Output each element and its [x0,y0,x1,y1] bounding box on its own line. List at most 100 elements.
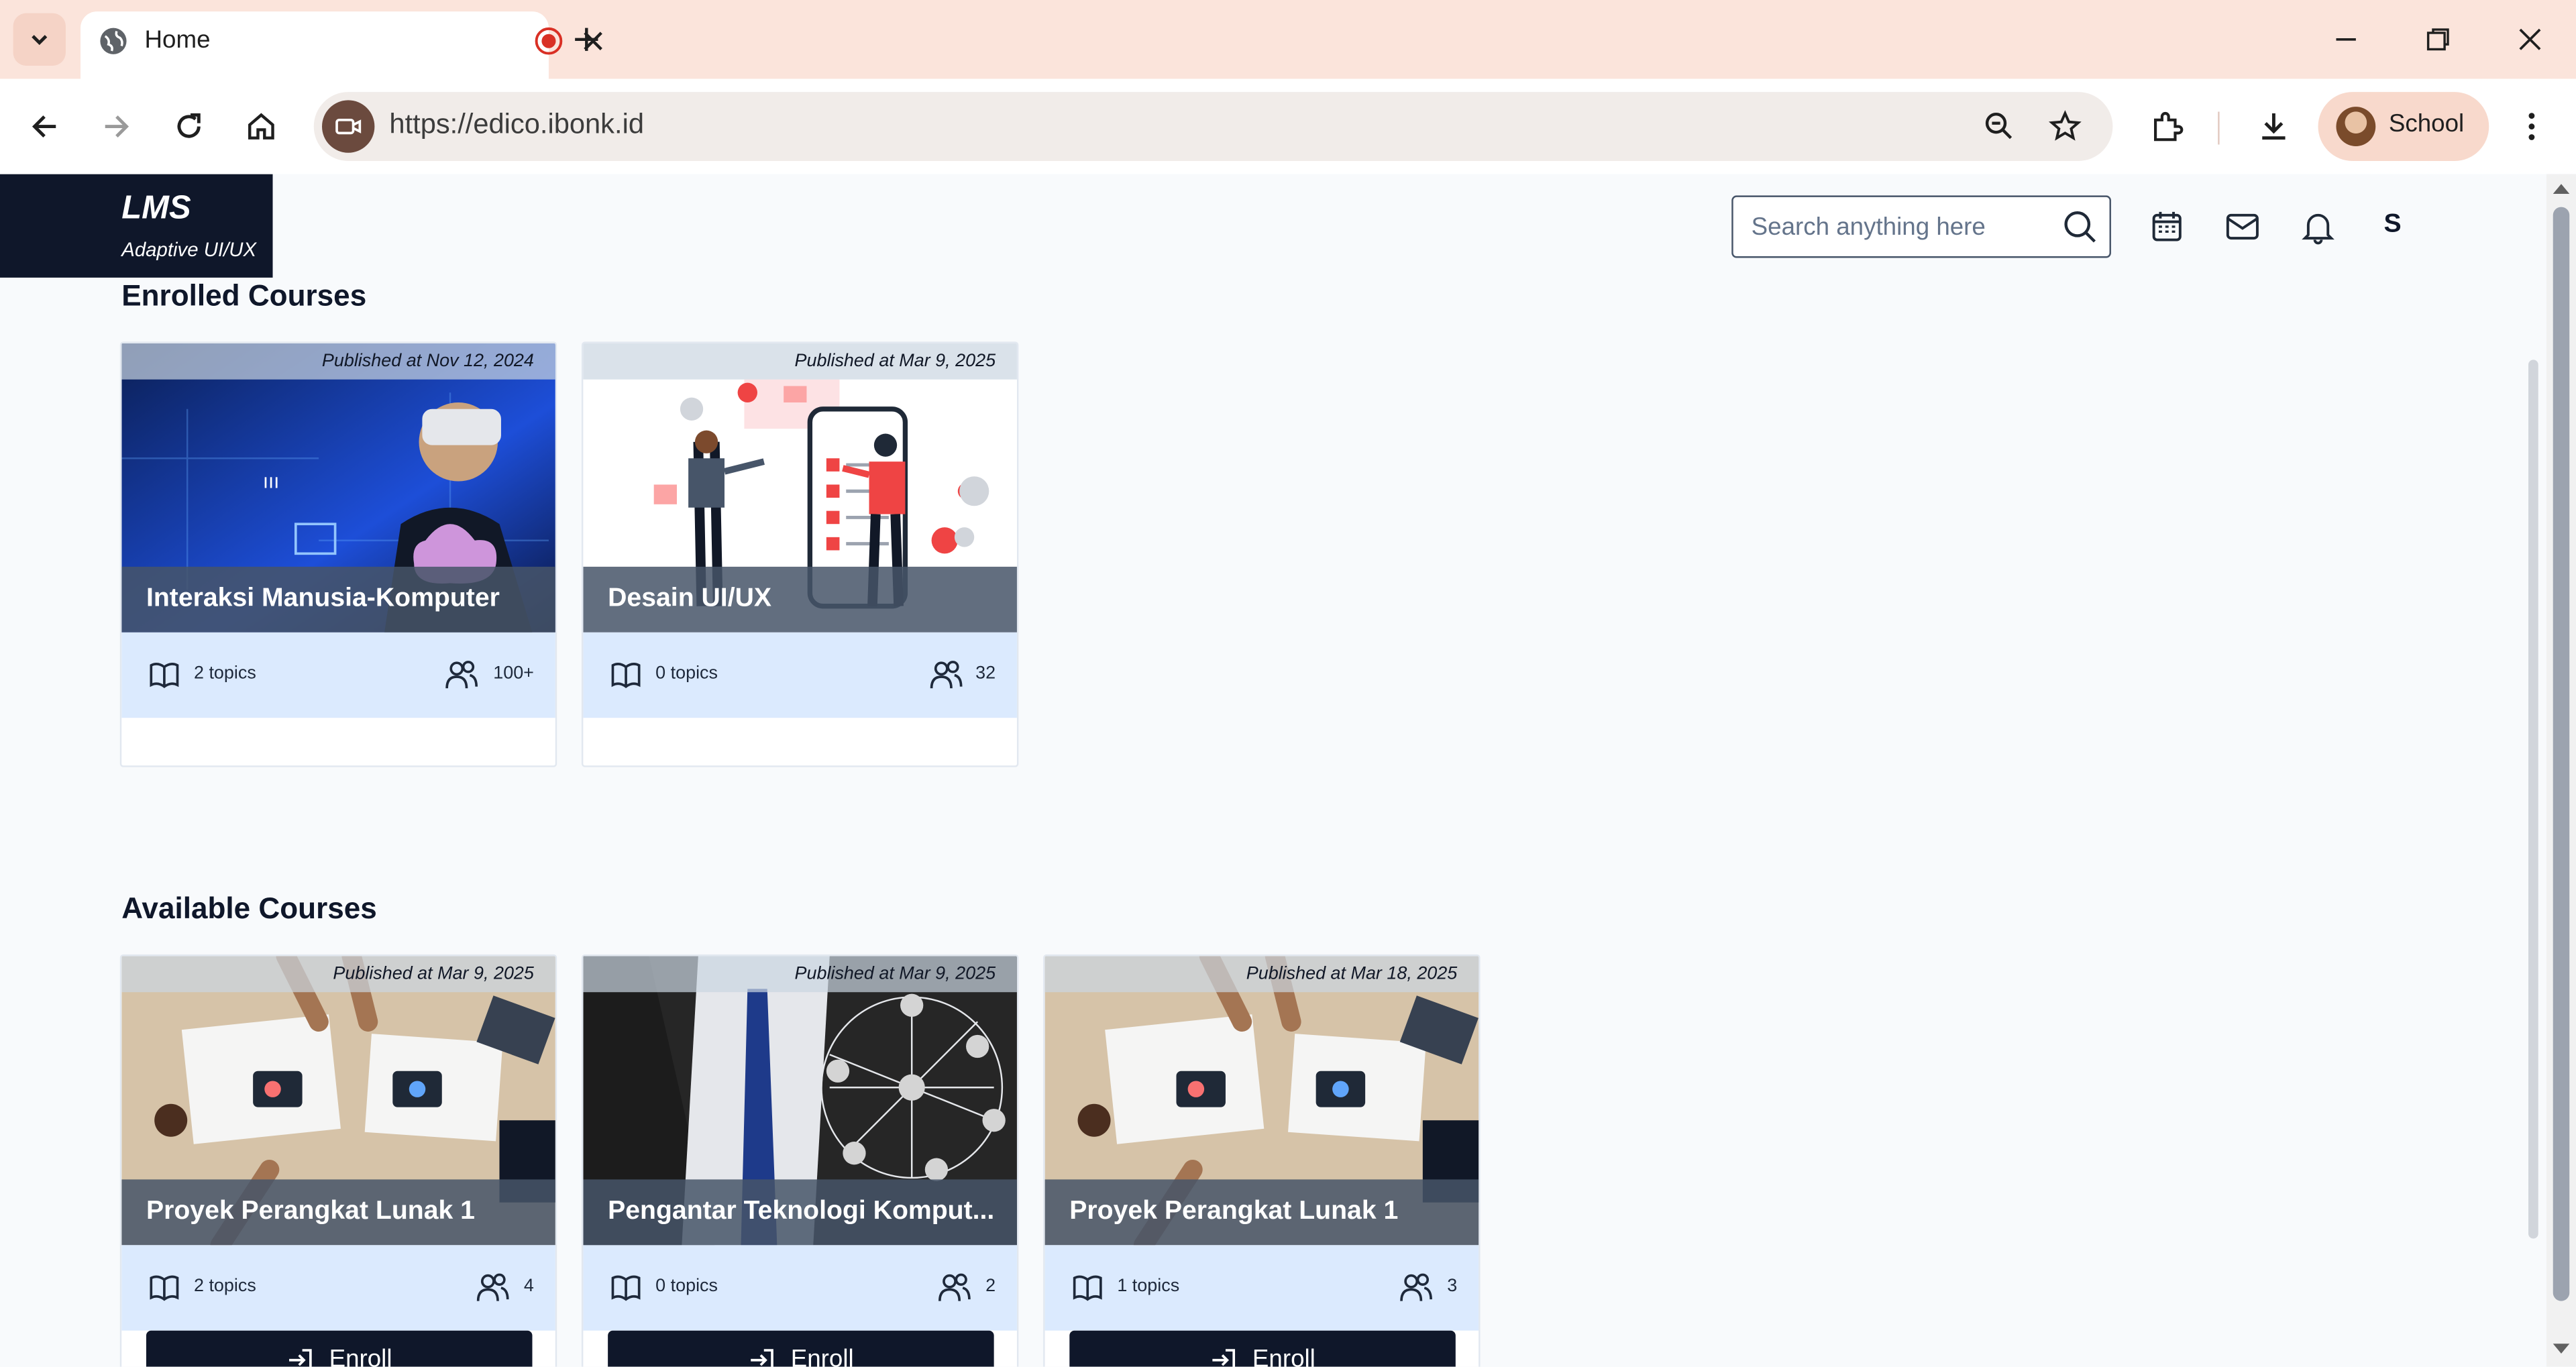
calendar-icon[interactable] [2149,209,2185,245]
zoom-icon[interactable] [1983,110,2016,143]
address-bar[interactable]: https://edico.ibonk.id [313,92,2113,162]
enroll-label: Enroll [790,1345,854,1367]
course-meta: 2 topics 4 [121,1245,555,1331]
content-scrollbar[interactable] [2527,282,2540,1268]
toolbar-separator [2218,111,2220,145]
course-image: Published at Mar 9, 2025 Pengantar Tekno… [583,956,1017,1246]
avatar [2336,107,2376,146]
site-info-button[interactable] [322,100,375,153]
course-meta: 2 topics 100+ [121,632,555,718]
browser-tabstrip: Home [0,0,2576,79]
topics-count: 2 topics [193,1276,256,1297]
browser-tab-home[interactable]: Home [80,11,602,79]
course-title: Proyek Perangkat Lunak 1 [121,1179,555,1246]
course-image: ııı Published at Nov 12, 2024 Interaksi … [121,343,555,633]
published-date: Published at Nov 12, 2024 [121,343,555,380]
published-date: Published at Mar 18, 2025 [1044,956,1479,993]
profile-button[interactable]: School [2318,92,2489,162]
chevron-down-icon [32,35,48,46]
course-meta: 0 topics 32 [583,632,1017,718]
enroll-button[interactable]: Enroll [608,1330,994,1367]
published-date: Published at Mar 9, 2025 [583,343,1017,380]
minimize-icon[interactable] [2330,23,2363,56]
enrolled-heading: Enrolled Courses [121,279,367,313]
svg-text:ııı: ııı [263,470,279,492]
bookmark-star-icon[interactable] [2049,110,2082,143]
published-date: Published at Mar 9, 2025 [583,956,1017,993]
back-icon[interactable] [26,109,62,145]
book-icon [150,1275,179,1301]
download-icon[interactable] [2255,109,2292,145]
topics-count: 1 topics [1117,1276,1180,1297]
reload-icon[interactable] [171,109,207,145]
extensions-icon[interactable] [2149,109,2185,145]
course-meta: 1 topics 3 [1044,1245,1479,1331]
enroll-button[interactable]: Enroll [146,1330,533,1367]
page-scrollbar[interactable] [2546,174,2576,1367]
app-logo[interactable]: LMS Adaptive UI/UX [0,174,273,278]
tab-title: Home [144,26,211,54]
available-heading: Available Courses [121,891,377,925]
course-title: Proyek Perangkat Lunak 1 [1044,1179,1479,1246]
course-card[interactable]: Published at Mar 18, 2025 Proyek Perangk… [1043,954,1481,1367]
members-count: 2 [985,1276,996,1297]
sign-in-icon [1213,1349,1236,1367]
users-icon [930,661,963,689]
course-image: Published at Mar 9, 2025 Desain UI/UX [583,343,1017,633]
course-card[interactable]: Published at Mar 9, 2025 Desain UI/UX 0 … [581,341,1019,767]
users-icon [476,1273,509,1301]
video-icon [335,118,362,135]
scroll-down-arrow[interactable] [2553,1344,2570,1354]
published-date: Published at Mar 9, 2025 [121,956,555,993]
enroll-label: Enroll [1252,1345,1316,1367]
enroll-button[interactable]: Enroll [1069,1330,1456,1367]
course-title: Desain UI/UX [583,566,1017,633]
topics-count: 0 topics [655,663,718,684]
scroll-thumb[interactable] [2553,207,2570,1301]
course-meta: 0 topics 2 [583,1245,1017,1331]
forward-icon[interactable] [99,109,135,145]
topics-count: 2 topics [193,663,256,684]
topics-count: 0 topics [655,1276,718,1297]
user-menu[interactable]: S [2383,210,2401,239]
home-icon[interactable] [243,109,279,145]
browser-toolbar: https://edico.ibonk.id School [0,78,2576,174]
users-icon [1400,1273,1432,1301]
course-card[interactable]: Published at Mar 9, 2025 Pengantar Tekno… [581,954,1019,1367]
mail-icon[interactable] [2224,209,2261,245]
page-content: LMS Adaptive UI/UX S Enrolled Courses [0,174,2576,1367]
tab-search-button[interactable] [13,13,66,66]
globe-icon [100,28,127,54]
course-card[interactable]: Published at Mar 9, 2025 Proyek Perangka… [119,954,557,1367]
content-scroll-thumb[interactable] [2528,360,2538,1239]
restore-icon[interactable] [2422,23,2455,56]
close-window-icon[interactable] [2514,23,2546,56]
search-icon[interactable] [2061,209,2098,245]
book-icon [1073,1275,1102,1301]
course-title: Interaksi Manusia-Komputer [121,566,555,633]
members-count: 3 [1447,1276,1458,1297]
users-icon [445,661,478,689]
book-icon [611,1275,641,1301]
course-card[interactable]: ııı Published at Nov 12, 2024 Interaksi … [119,341,557,767]
members-count: 4 [523,1276,534,1297]
url-text: https://edico.ibonk.id [389,108,644,140]
users-icon [938,1273,971,1301]
book-icon [150,663,179,688]
recording-icon [535,27,563,55]
more-menu-icon[interactable] [2514,109,2550,145]
logo-subtitle: Adaptive UI/UX [121,238,257,262]
scroll-up-arrow[interactable] [2553,184,2570,194]
course-image: Published at Mar 18, 2025 Proyek Perangk… [1044,956,1479,1246]
new-tab-icon[interactable] [570,23,603,56]
course-image: Published at Mar 9, 2025 Proyek Perangka… [121,956,555,1246]
bell-icon[interactable] [2300,209,2337,245]
sign-in-icon [289,1349,313,1367]
members-count: 32 [975,663,996,684]
members-count: 100+ [493,663,534,684]
search-input[interactable] [1733,197,2054,257]
logo-title: LMS [121,190,191,227]
enroll-label: Enroll [329,1345,392,1367]
book-icon [611,663,641,688]
profile-name: School [2388,110,2465,138]
